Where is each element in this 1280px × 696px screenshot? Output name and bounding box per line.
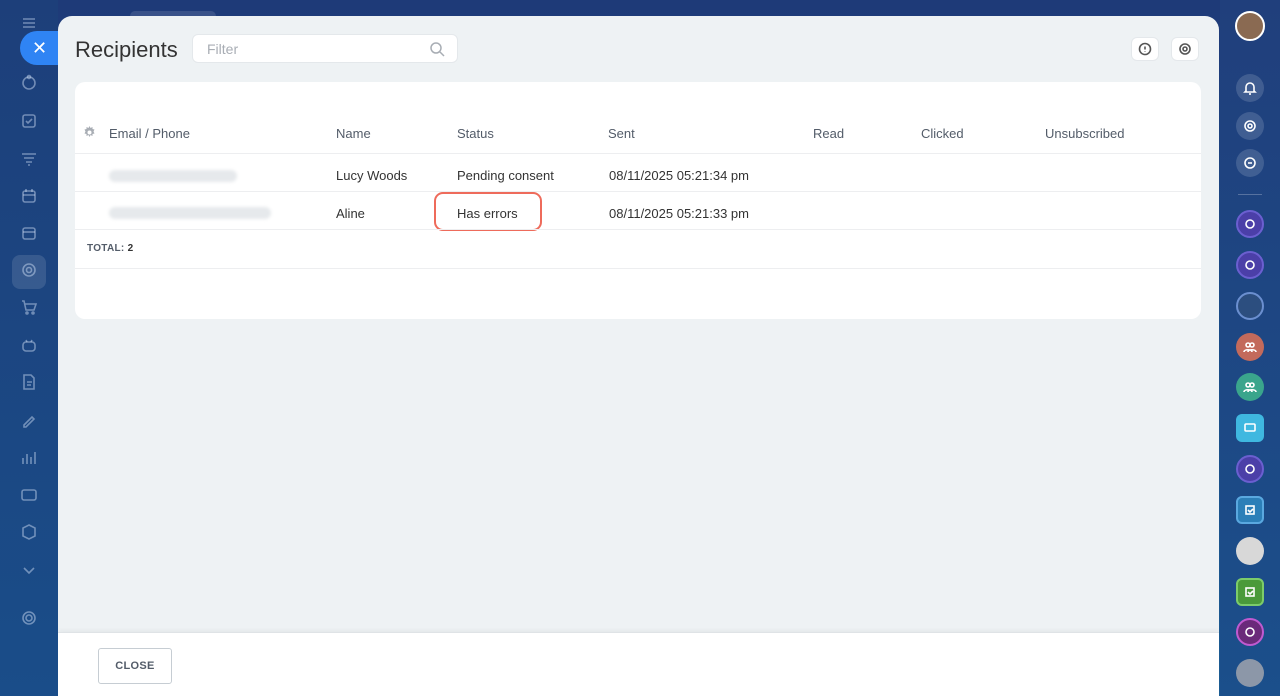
divider: [75, 268, 1201, 269]
close-slider-button[interactable]: ✕: [20, 31, 60, 65]
divider: [1238, 194, 1262, 195]
user-avatar[interactable]: [1236, 659, 1264, 687]
left-sidebar: [0, 0, 58, 696]
divider: [75, 153, 1201, 154]
cart-icon[interactable]: [18, 298, 40, 320]
total-count: TOTAL: 2: [87, 243, 134, 254]
tasks-avatar[interactable]: [1236, 496, 1264, 524]
recipients-panel: Recipients Email / Phone Name Status Sen…: [58, 16, 1219, 696]
status-cell: Pending consent: [457, 168, 554, 183]
marketing-icon[interactable]: [18, 261, 40, 283]
settings-icon[interactable]: [18, 609, 40, 631]
funnel-icon[interactable]: [18, 150, 40, 172]
sent-cell: 08/11/2025 05:21:34 pm: [609, 168, 749, 183]
column-header[interactable]: Status: [457, 126, 494, 141]
channel-avatar[interactable]: [1236, 210, 1264, 238]
close-button[interactable]: CLOSE: [98, 648, 172, 684]
user-avatar[interactable]: [1236, 292, 1264, 320]
column-header[interactable]: Read: [813, 126, 844, 141]
column-header[interactable]: Email / Phone: [109, 126, 190, 141]
page-title: Recipients: [75, 37, 178, 62]
tasks-icon[interactable]: [18, 112, 40, 134]
document-icon[interactable]: [18, 373, 40, 395]
column-header[interactable]: Name: [336, 126, 371, 141]
divider: [75, 229, 1201, 230]
total-value: 2: [127, 243, 134, 254]
column-header[interactable]: Clicked: [921, 126, 964, 141]
total-label: TOTAL:: [87, 243, 125, 254]
tasks-avatar[interactable]: [1236, 578, 1264, 606]
user-avatar[interactable]: [1235, 11, 1265, 41]
group-avatar[interactable]: [1236, 333, 1264, 361]
channel-avatar[interactable]: [1236, 455, 1264, 483]
sign-icon[interactable]: [18, 411, 40, 433]
footer-bar: CLOSE: [58, 632, 1219, 696]
divider: [75, 191, 1201, 192]
column-header[interactable]: Sent: [608, 126, 635, 141]
chat-avatar[interactable]: [1236, 414, 1264, 442]
name-cell: Lucy Woods: [336, 168, 408, 183]
name-cell: Aline: [336, 206, 365, 221]
chevron-down-icon[interactable]: [18, 561, 40, 583]
copilot-icon[interactable]: [1236, 112, 1264, 140]
info-icon: [1138, 42, 1152, 56]
calendar-icon[interactable]: [18, 187, 40, 209]
analytics-icon[interactable]: [18, 449, 40, 471]
sent-cell: 08/11/2025 05:21:33 pm: [609, 206, 749, 221]
column-settings-icon[interactable]: [83, 126, 96, 139]
status-highlight-annotation: [434, 192, 542, 231]
chat-icon[interactable]: [18, 486, 40, 508]
chat-search-icon[interactable]: [1236, 149, 1264, 177]
notifications-icon[interactable]: [1236, 74, 1264, 102]
filter-box[interactable]: [192, 34, 458, 63]
group-avatar[interactable]: [1236, 373, 1264, 401]
channel-avatar[interactable]: [1236, 618, 1264, 646]
search-icon[interactable]: [429, 41, 445, 57]
box-icon[interactable]: [18, 523, 40, 545]
info-button[interactable]: [1131, 37, 1159, 61]
email-cell-blurred: [109, 207, 271, 219]
store-icon[interactable]: [18, 224, 40, 246]
email-cell-blurred: [109, 170, 237, 182]
channel-avatar[interactable]: [1236, 251, 1264, 279]
settings-button[interactable]: [1171, 37, 1199, 61]
filter-input[interactable]: [193, 35, 413, 62]
crm-icon[interactable]: [18, 74, 40, 96]
robot-icon[interactable]: [18, 336, 40, 358]
user-avatar[interactable]: [1236, 537, 1264, 565]
column-header[interactable]: Unsubscribed: [1045, 126, 1125, 141]
gear-icon: [1179, 43, 1191, 55]
recipients-table: Email / Phone Name Status Sent Read Clic…: [75, 82, 1201, 319]
right-sidebar: [1220, 0, 1280, 696]
